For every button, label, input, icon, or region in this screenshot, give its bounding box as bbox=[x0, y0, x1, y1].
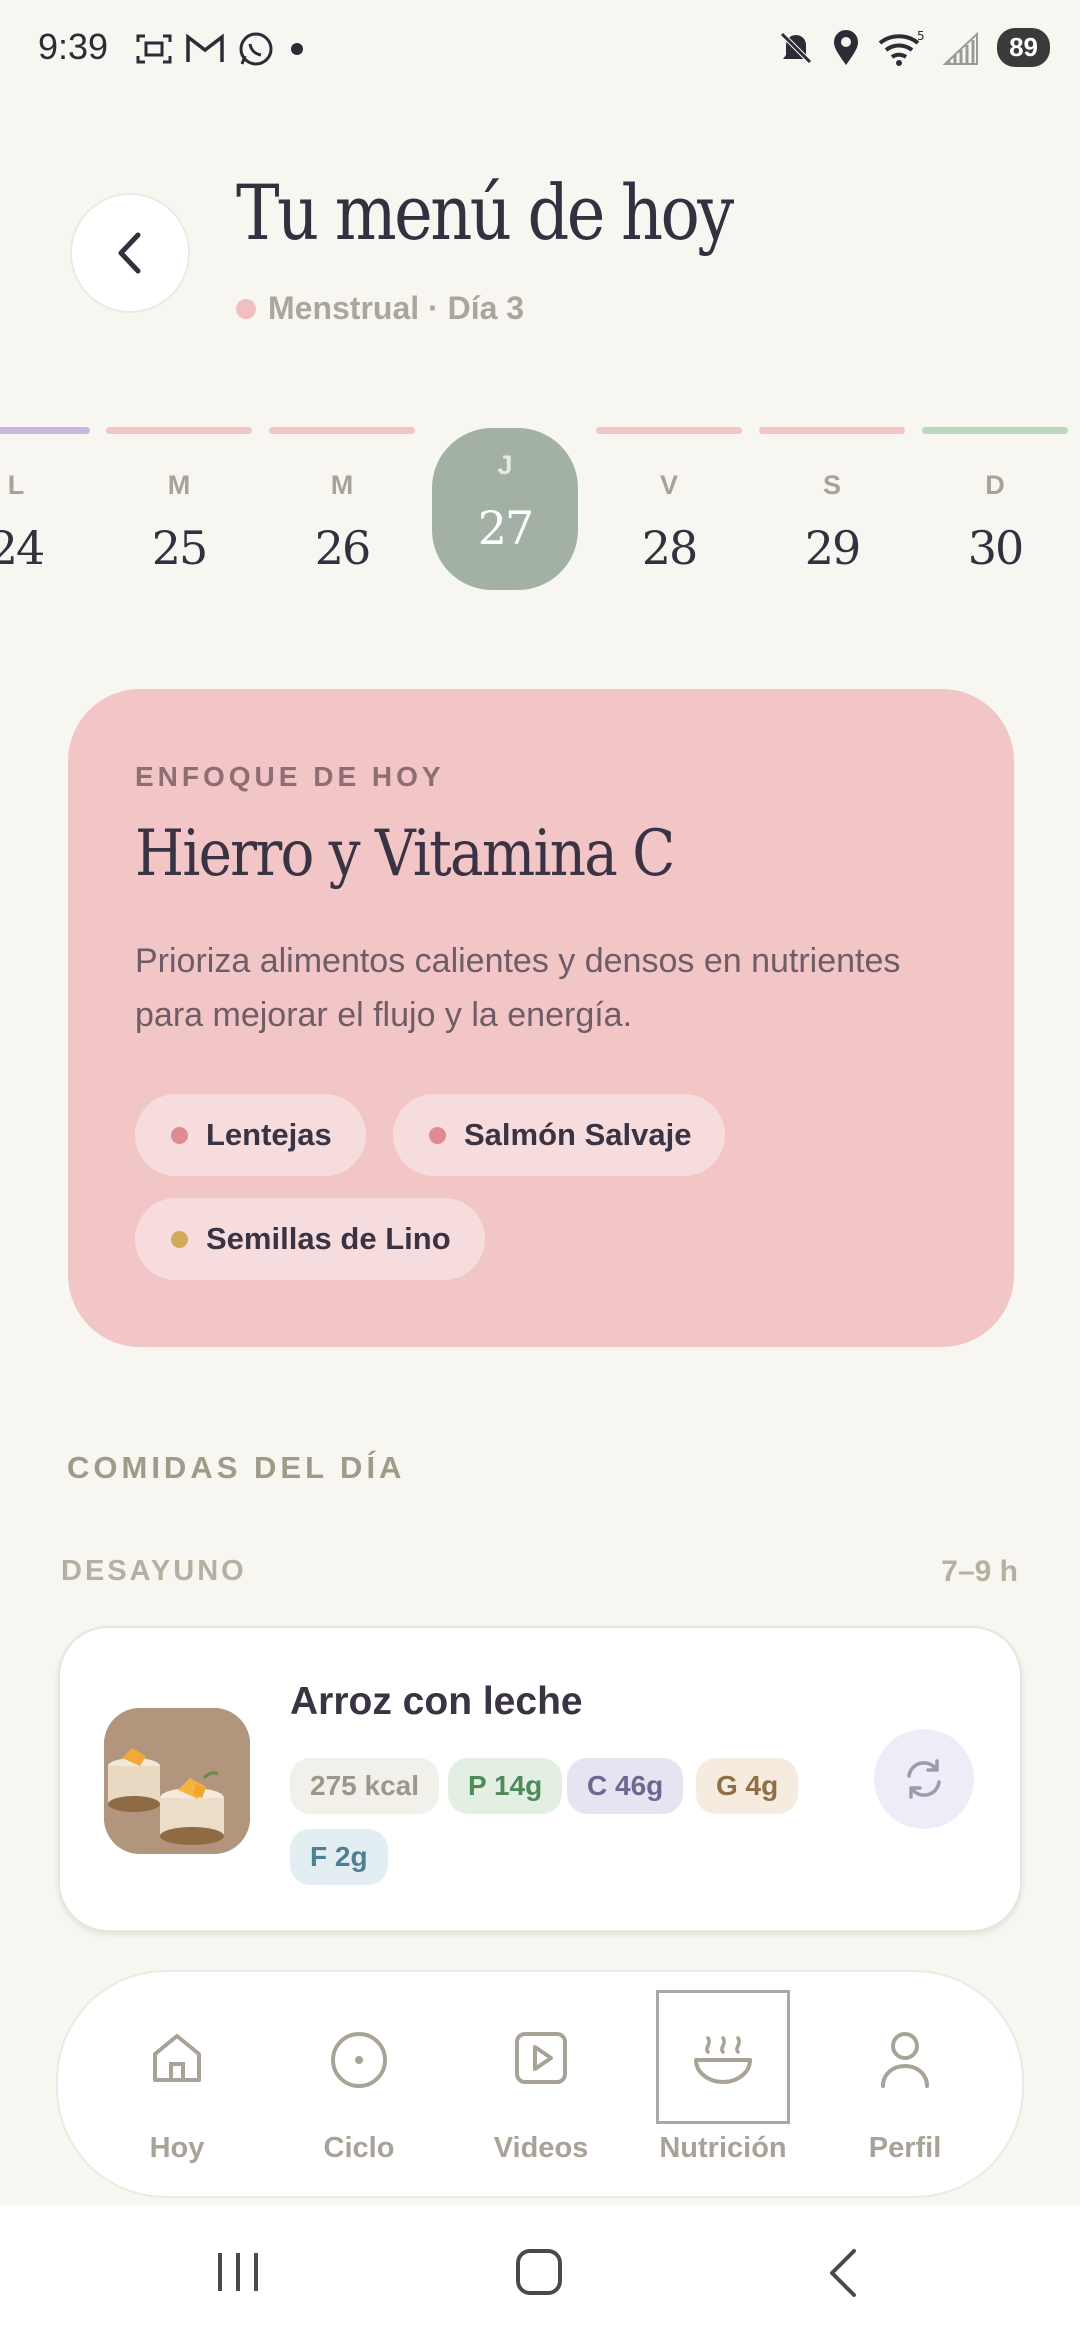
day-letter: D bbox=[985, 470, 1005, 500]
focus-card: ENFOQUE DE HOY Hierro y Vitamina C Prior… bbox=[68, 689, 1014, 1347]
mute-icon bbox=[780, 31, 812, 64]
whatsapp-icon bbox=[239, 32, 273, 66]
phase-dot bbox=[236, 298, 256, 319]
gmail-icon bbox=[186, 33, 224, 62]
day-item-26[interactable]: M 26 bbox=[269, 440, 415, 575]
day-number: 30 bbox=[967, 521, 1025, 575]
carbs-badge: C 46g bbox=[567, 1758, 684, 1814]
status-left-icons bbox=[135, 30, 307, 68]
nav-item-perfil[interactable]: Perfil bbox=[815, 1972, 995, 2200]
food-chip-semillas[interactable]: Semillas de Lino bbox=[135, 1198, 485, 1280]
home-icon bbox=[153, 2034, 201, 2082]
day-item-30[interactable]: D 30 bbox=[922, 440, 1068, 575]
day-letter: J bbox=[497, 450, 513, 480]
day-bar bbox=[759, 427, 905, 434]
cycle-icon bbox=[331, 2032, 387, 2088]
food-chip-lentejas[interactable]: Lentejas bbox=[135, 1094, 366, 1176]
recent-apps-icon[interactable] bbox=[214, 2249, 264, 2295]
system-nav-bar bbox=[0, 2205, 1080, 2340]
day-number: 29 bbox=[804, 521, 862, 575]
nav-item-nutricion[interactable]: Nutrición bbox=[633, 1972, 813, 2200]
signal-icon bbox=[942, 31, 979, 65]
wifi-icon: 5 bbox=[878, 29, 925, 66]
day-bar bbox=[106, 427, 252, 434]
day-item-29[interactable]: S 29 bbox=[759, 440, 905, 575]
meal-label-breakfast: DESAYUNO bbox=[61, 1555, 247, 1587]
day-letter: S bbox=[822, 470, 841, 500]
meal-card-breakfast[interactable]: Arroz con leche 275 kcal P 14g C 46g G 4… bbox=[58, 1626, 1022, 1932]
chip-label: Semillas de Lino bbox=[206, 1221, 451, 1256]
day-letter: M bbox=[330, 470, 354, 500]
status-right-icons: 5 89 bbox=[777, 28, 1050, 67]
fiber-badge: F 2g bbox=[290, 1829, 388, 1885]
day-number: 24 bbox=[0, 521, 45, 575]
nav-item-videos[interactable]: Videos bbox=[451, 1972, 631, 2200]
page-title: Tu menú de hoy bbox=[236, 168, 734, 257]
chip-dot bbox=[171, 1126, 188, 1144]
dot-icon bbox=[291, 43, 303, 55]
nav-label: Hoy bbox=[149, 2132, 205, 2164]
focus-description: Prioriza alimentos calientes y densos en… bbox=[135, 942, 901, 1034]
protein-badge: P 14g bbox=[448, 1758, 563, 1814]
chip-dot bbox=[171, 1230, 188, 1248]
nav-item-hoy[interactable]: Hoy bbox=[87, 1972, 267, 2200]
day-bar bbox=[596, 427, 742, 434]
cycle-phase: Menstrual · Día 3 bbox=[236, 290, 524, 327]
meals-section-title: COMIDAS DEL DÍA bbox=[67, 1450, 406, 1485]
back-button[interactable] bbox=[70, 193, 190, 313]
swap-meal-button[interactable] bbox=[874, 1729, 974, 1829]
battery-indicator: 89 bbox=[997, 28, 1050, 67]
fat-badge: G 4g bbox=[696, 1758, 799, 1814]
chip-label: Lentejas bbox=[206, 1117, 332, 1152]
screenshot-icon bbox=[136, 34, 172, 64]
day-letter: V bbox=[659, 470, 678, 500]
meal-time-breakfast: 7–9 h bbox=[941, 1555, 1018, 1588]
nav-item-ciclo[interactable]: Ciclo bbox=[269, 1972, 449, 2200]
chip-label: Salmón Salvaje bbox=[464, 1117, 692, 1152]
kcal-badge: 275 kcal bbox=[290, 1758, 439, 1814]
day-number: 25 bbox=[151, 521, 209, 575]
focus-eyebrow: ENFOQUE DE HOY bbox=[135, 761, 445, 792]
day-item-25[interactable]: M 25 bbox=[106, 440, 252, 575]
bowl-icon bbox=[694, 2036, 752, 2084]
video-icon bbox=[515, 2032, 567, 2084]
dessert-cups-image bbox=[104, 1708, 250, 1854]
day-item-24[interactable]: L 24 bbox=[0, 440, 89, 575]
day-number: 28 bbox=[641, 521, 699, 575]
food-chip-salmon[interactable]: Salmón Salvaje bbox=[393, 1094, 726, 1176]
day-letter: L bbox=[7, 470, 25, 500]
day-bar bbox=[269, 427, 415, 434]
meal-name: Arroz con leche bbox=[290, 1680, 583, 1723]
phase-label: Menstrual · Día 3 bbox=[268, 290, 525, 326]
day-bar bbox=[922, 427, 1068, 434]
day-number: 26 bbox=[314, 521, 372, 575]
day-number: 27 bbox=[477, 501, 535, 555]
day-item-28[interactable]: V 28 bbox=[596, 440, 742, 575]
back-nav-icon[interactable] bbox=[824, 2247, 860, 2299]
chevron-left-icon bbox=[118, 232, 141, 274]
refresh-icon bbox=[907, 1759, 941, 1799]
focus-title: Hierro y Vitamina C bbox=[135, 817, 675, 891]
bottom-nav: Hoy Ciclo Videos Nutrición Perfil bbox=[56, 1970, 1024, 2198]
nav-label: Nutrición bbox=[659, 2132, 787, 2164]
status-time: 9:39 bbox=[38, 26, 109, 67]
nav-label: Perfil bbox=[868, 2132, 942, 2164]
location-icon bbox=[834, 29, 859, 65]
chip-dot bbox=[429, 1126, 446, 1144]
nav-label: Videos bbox=[493, 2132, 589, 2164]
day-letter: M bbox=[167, 470, 191, 500]
day-item-27-selected[interactable]: J 27 bbox=[432, 428, 578, 590]
meal-photo bbox=[104, 1708, 250, 1854]
day-bar bbox=[0, 427, 90, 434]
svg-text:5: 5 bbox=[917, 29, 925, 43]
home-button-icon[interactable] bbox=[514, 2247, 564, 2297]
nav-label: Ciclo bbox=[323, 2132, 395, 2164]
profile-icon bbox=[881, 2032, 929, 2088]
